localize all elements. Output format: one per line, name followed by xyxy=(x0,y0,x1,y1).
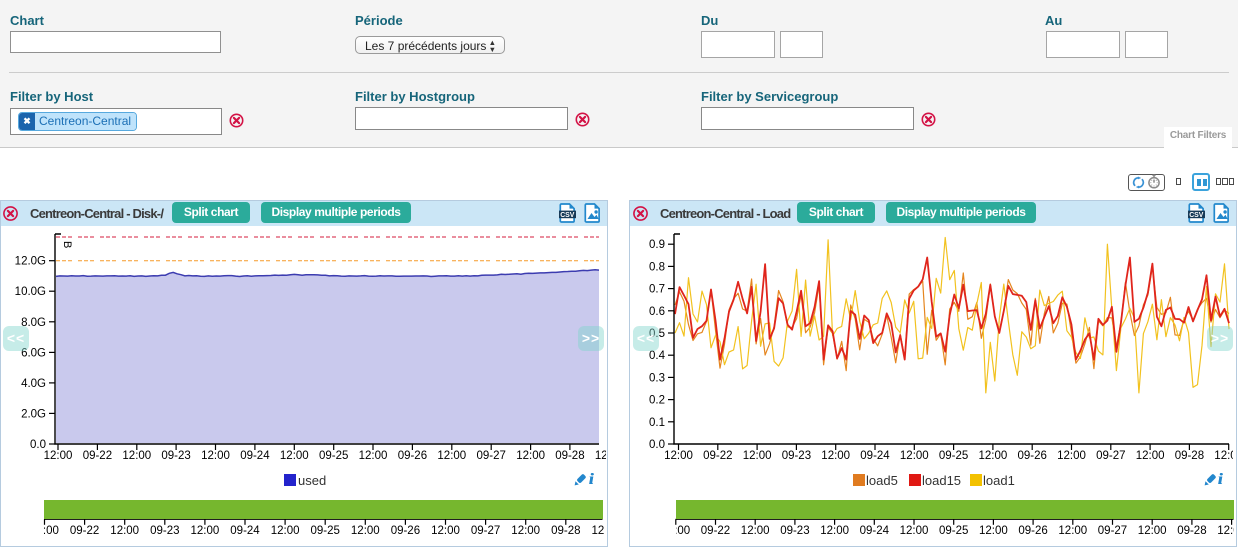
svg-text:09-26: 09-26 xyxy=(1018,525,1047,537)
svg-text:2.0G: 2.0G xyxy=(21,408,46,420)
svg-text:09-25: 09-25 xyxy=(319,450,348,462)
svg-text:09-26: 09-26 xyxy=(1017,450,1046,462)
svg-text:10.0G: 10.0G xyxy=(15,286,46,298)
svg-text:12:00: 12:00 xyxy=(359,450,388,462)
svg-text:12:00: 12:00 xyxy=(1136,450,1165,462)
svg-text:09-28: 09-28 xyxy=(555,450,584,462)
svg-text:12:00: 12:00 xyxy=(664,450,693,462)
svg-text:0.4: 0.4 xyxy=(649,350,666,362)
svg-text:09-24: 09-24 xyxy=(860,450,890,462)
svg-text:09-22: 09-22 xyxy=(83,450,112,462)
svg-text:0.6: 0.6 xyxy=(649,306,665,318)
svg-text:09-23: 09-23 xyxy=(782,450,811,462)
svg-text:09-22: 09-22 xyxy=(70,525,99,537)
svg-text:0.3: 0.3 xyxy=(649,372,665,384)
svg-text:12:00: 12:00 xyxy=(1138,525,1167,537)
svg-text:09-24: 09-24 xyxy=(240,450,270,462)
svg-text:12:00: 12:00 xyxy=(743,450,772,462)
svg-text:12:00: 12:00 xyxy=(741,525,770,537)
svg-text:09-26: 09-26 xyxy=(391,525,420,537)
svg-text:0.8: 0.8 xyxy=(649,261,665,273)
svg-text:09-23: 09-23 xyxy=(150,525,179,537)
svg-text:09-23: 09-23 xyxy=(161,450,190,462)
svg-text:09-24: 09-24 xyxy=(230,525,260,537)
svg-text:12:00: 12:00 xyxy=(979,450,1008,462)
svg-text:09-27: 09-27 xyxy=(1096,450,1125,462)
svg-text:12:00: 12:00 xyxy=(900,525,929,537)
svg-text:0.0: 0.0 xyxy=(649,439,665,451)
svg-text:12:00: 12:00 xyxy=(1214,450,1238,462)
svg-text:12:00: 12:00 xyxy=(110,525,139,537)
svg-text:12:00: 12:00 xyxy=(30,525,59,537)
svg-text:12:00: 12:00 xyxy=(1217,525,1238,537)
svg-text:12:00: 12:00 xyxy=(431,525,460,537)
svg-text:12:00: 12:00 xyxy=(821,450,850,462)
svg-text:09-27: 09-27 xyxy=(476,450,505,462)
svg-text:09-24: 09-24 xyxy=(860,525,890,537)
svg-text:12:00: 12:00 xyxy=(437,450,466,462)
svg-text:09-28: 09-28 xyxy=(551,525,580,537)
svg-text:4.0G: 4.0G xyxy=(21,378,46,390)
svg-text:09-23: 09-23 xyxy=(780,525,809,537)
svg-text:12.0G: 12.0G xyxy=(15,256,46,268)
svg-text:12:00: 12:00 xyxy=(595,450,624,462)
svg-text:0.1: 0.1 xyxy=(649,417,665,429)
svg-text:12:00: 12:00 xyxy=(661,525,690,537)
svg-text:12:00: 12:00 xyxy=(900,450,929,462)
svg-text:12:00: 12:00 xyxy=(820,525,849,537)
svg-text:12:00: 12:00 xyxy=(1058,525,1087,537)
svg-text:12:00: 12:00 xyxy=(44,450,73,462)
svg-text:09-28: 09-28 xyxy=(1175,450,1204,462)
svg-text:12:00: 12:00 xyxy=(201,450,230,462)
svg-text:12:00: 12:00 xyxy=(511,525,540,537)
svg-text:B: B xyxy=(61,241,73,248)
svg-text:09-25: 09-25 xyxy=(310,525,339,537)
svg-text:12:00: 12:00 xyxy=(1057,450,1086,462)
svg-text:0.9: 0.9 xyxy=(649,239,665,251)
svg-text:09-22: 09-22 xyxy=(703,450,732,462)
svg-text:09-25: 09-25 xyxy=(939,525,968,537)
svg-text:12:00: 12:00 xyxy=(271,525,300,537)
svg-text:09-22: 09-22 xyxy=(701,525,730,537)
svg-text:09-28: 09-28 xyxy=(1177,525,1206,537)
svg-text:0.7: 0.7 xyxy=(649,284,665,296)
svg-text:09-27: 09-27 xyxy=(471,525,500,537)
svg-text:12:00: 12:00 xyxy=(191,525,220,537)
svg-text:12:00: 12:00 xyxy=(592,525,621,537)
svg-text:12:00: 12:00 xyxy=(351,525,380,537)
svg-text:12:00: 12:00 xyxy=(280,450,309,462)
svg-text:09-25: 09-25 xyxy=(939,450,968,462)
svg-text:12:00: 12:00 xyxy=(122,450,151,462)
svg-text:09-26: 09-26 xyxy=(398,450,427,462)
svg-text:12:00: 12:00 xyxy=(979,525,1008,537)
svg-text:0.2: 0.2 xyxy=(649,395,665,407)
svg-text:12:00: 12:00 xyxy=(516,450,545,462)
svg-text:09-27: 09-27 xyxy=(1098,525,1127,537)
